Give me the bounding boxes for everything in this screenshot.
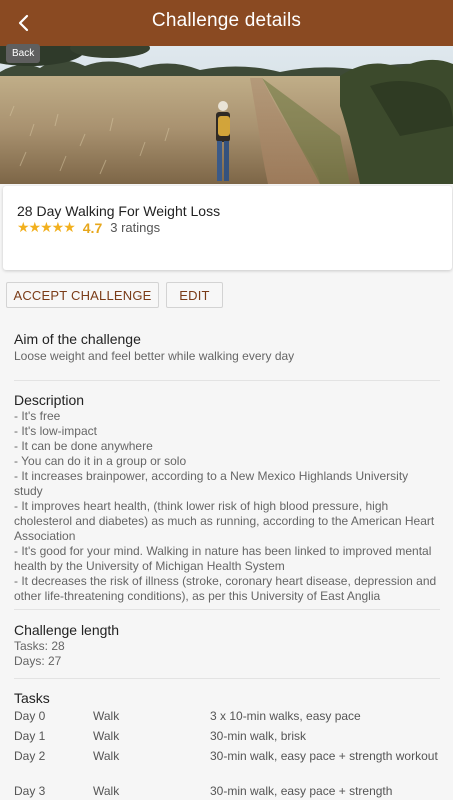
task-description: 30-min walk, easy pace + strength workou… — [210, 749, 438, 763]
table-row: Day 0 Walk 3 x 10-min walks, easy pace — [14, 709, 440, 729]
aim-text: Loose weight and feel better while walki… — [14, 349, 295, 363]
app-bar: Challenge details — [0, 0, 453, 46]
edit-button[interactable]: EDIT — [166, 282, 223, 308]
tasks-title: Tasks — [14, 690, 50, 706]
description-line: - It increases brainpower, according to … — [14, 469, 409, 498]
description-line: - It decreases the risk of illness (stro… — [14, 574, 437, 603]
challenge-card: 28 Day Walking For Weight Loss ★★★★★ 4.7… — [3, 186, 452, 270]
length-tasks: Tasks: 28 — [14, 639, 65, 653]
length-days: Days: 27 — [14, 654, 62, 668]
rating-row: ★★★★★ 4.7 3 ratings — [17, 219, 160, 236]
task-description: 30-min walk, brisk — [210, 729, 307, 743]
table-row: Day 2 Walk 30-min walk, easy pace + stre… — [14, 749, 440, 784]
divider — [14, 678, 440, 679]
star-rating-icon: ★★★★★ — [17, 219, 76, 235]
challenge-title: 28 Day Walking For Weight Loss — [17, 203, 221, 219]
description-title: Description — [14, 392, 85, 408]
task-day: Day 1 — [14, 729, 46, 743]
rating-value: 4.7 — [82, 219, 103, 236]
page-title: Challenge details — [151, 10, 302, 31]
description-line: - It can be done anywhere — [14, 439, 153, 453]
task-activity: Walk — [93, 749, 120, 763]
tasks-table: Day 0 Walk 3 x 10-min walks, easy pace D… — [14, 709, 440, 800]
task-day: Day 0 — [14, 709, 46, 723]
description-line: - It's good for your mind. Walking in na… — [14, 544, 432, 573]
aim-title: Aim of the challenge — [14, 331, 141, 347]
tasks-section: Tasks — [14, 690, 440, 707]
ratings-count: 3 ratings — [110, 220, 161, 235]
description-line: - You can do it in a group or solo — [14, 454, 187, 468]
description-line: - It's low-impact — [14, 424, 97, 438]
aim-section: Aim of the challenge Loose weight and fe… — [14, 331, 440, 364]
task-activity: Walk — [93, 729, 120, 743]
divider — [14, 380, 440, 381]
description-line: - It improves heart health, (think lower… — [14, 499, 435, 543]
back-tooltip: Back — [6, 44, 41, 63]
length-section: Challenge length Tasks: 28 Days: 27 — [14, 622, 440, 669]
task-day: Day 2 — [14, 749, 46, 763]
description-line: - It's free — [14, 409, 61, 423]
length-title: Challenge length — [14, 622, 120, 638]
task-description: 3 x 10-min walks, easy pace — [210, 709, 361, 723]
divider — [14, 609, 440, 610]
table-row: Day 1 Walk 30-min walk, brisk — [14, 729, 440, 749]
task-activity: Walk — [93, 784, 120, 798]
task-description: 30-min walk, easy pace + strength — [210, 784, 393, 798]
task-day: Day 3 — [14, 784, 46, 798]
accept-challenge-button[interactable]: ACCEPT CHALLENGE — [6, 282, 159, 308]
description-section: Description - It's free - It's low-impac… — [14, 392, 440, 604]
table-row: Day 3 Walk 30-min walk, easy pace + stre… — [14, 784, 440, 800]
task-activity: Walk — [93, 709, 120, 723]
description-list: - It's free - It's low-impact - It can b… — [14, 409, 440, 604]
hero-image — [0, 46, 453, 184]
